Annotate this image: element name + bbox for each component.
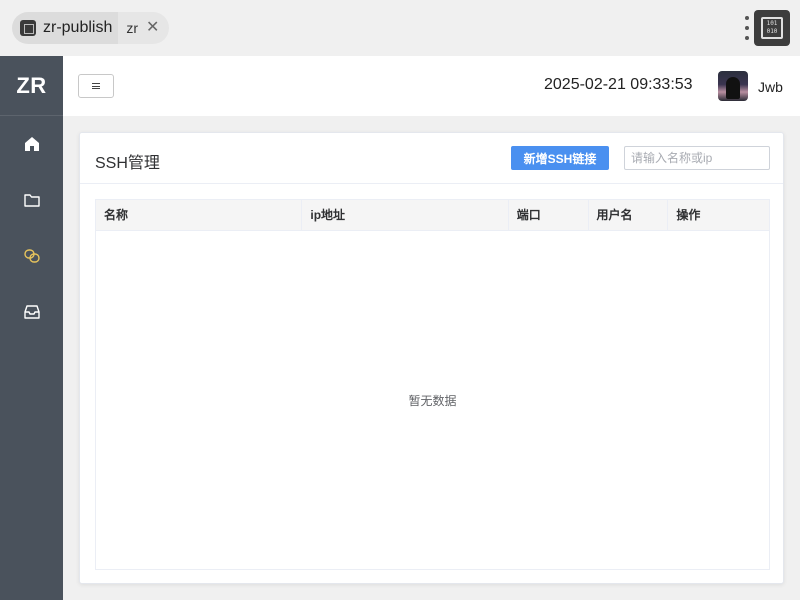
table-header: 名称 ip地址 端口 用户名 操作 bbox=[96, 200, 769, 231]
close-icon[interactable]: ✕ bbox=[146, 20, 159, 36]
tab-zr-publish[interactable]: zr-publish bbox=[12, 12, 121, 44]
extension-button[interactable]: 101 010 bbox=[754, 10, 790, 46]
more-vertical-icon[interactable] bbox=[744, 16, 750, 40]
browser-top-bar: zr-publish zr ✕ 101 010 bbox=[0, 0, 800, 56]
empty-state-text: 暂无数据 bbox=[408, 393, 457, 408]
sidebar: ZR bbox=[0, 56, 63, 600]
app-icon bbox=[20, 20, 36, 36]
tab-zr[interactable]: zr ✕ bbox=[118, 12, 170, 44]
search-input[interactable] bbox=[624, 146, 770, 170]
column-header-actions: 操作 bbox=[676, 208, 701, 222]
logo: ZR bbox=[0, 56, 63, 116]
header: 2025-02-21 09:33:53 Jwb bbox=[63, 56, 800, 116]
sidebar-item-files[interactable] bbox=[0, 172, 63, 228]
ssh-table: 名称 ip地址 端口 用户名 操作 暂无数据 bbox=[95, 199, 770, 570]
tab-main-label: zr-publish bbox=[43, 19, 113, 36]
page-title: SSH管理 bbox=[95, 155, 160, 172]
tab-group: zr-publish zr ✕ bbox=[12, 12, 170, 44]
menu-toggle-button[interactable] bbox=[78, 74, 114, 98]
column-header-name: 名称 bbox=[96, 200, 303, 231]
avatar[interactable] bbox=[718, 71, 748, 101]
sidebar-item-ssh[interactable] bbox=[0, 228, 63, 284]
column-header-username: 用户名 bbox=[589, 200, 669, 231]
column-header-port: 端口 bbox=[509, 200, 589, 231]
sidebar-item-home[interactable] bbox=[0, 116, 63, 172]
ssh-management-card: SSH管理 新增SSH链接 名称 ip地址 端口 用户名 操作 暂无数据 bbox=[79, 132, 784, 584]
username[interactable]: Jwb bbox=[758, 79, 783, 95]
sidebar-item-inbox[interactable] bbox=[0, 284, 63, 340]
menu-icon bbox=[92, 83, 100, 89]
card-header: SSH管理 新增SSH链接 bbox=[80, 133, 783, 184]
home-icon bbox=[24, 137, 39, 151]
tab-sub-label: zr bbox=[126, 20, 139, 36]
binary-icon: 101 010 bbox=[761, 17, 783, 39]
current-datetime: 2025-02-21 09:33:53 bbox=[544, 76, 693, 93]
link-icon bbox=[23, 249, 40, 263]
folder-icon bbox=[23, 194, 40, 207]
inbox-icon bbox=[23, 305, 40, 319]
column-header-ip: ip地址 bbox=[302, 200, 509, 231]
add-ssh-button[interactable]: 新增SSH链接 bbox=[511, 146, 609, 170]
